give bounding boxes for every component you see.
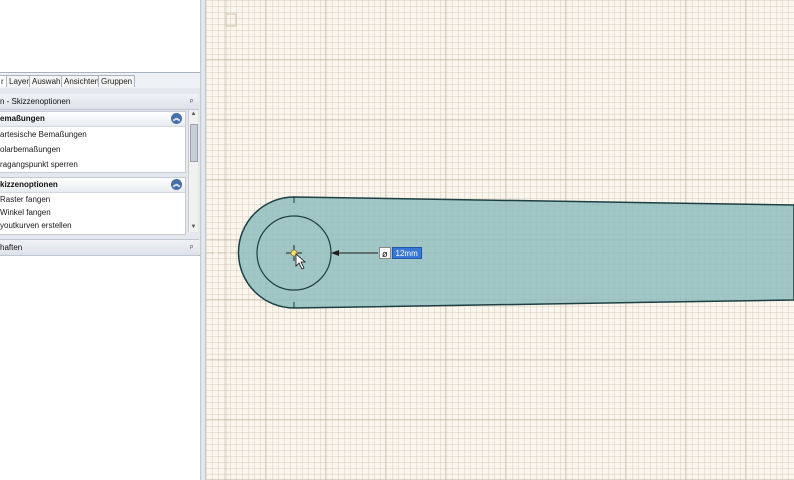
sketch-options-title: n - Skizzenoptionen (0, 97, 71, 106)
dimensions-group: emaßungen ︽ artesische Bemaßungen olarbe… (0, 111, 186, 173)
pin-icon[interactable]: ᵖ (190, 94, 193, 109)
properties-title: haften (0, 243, 23, 252)
sketch-part-shape[interactable] (237, 196, 794, 309)
tab-gruppen[interactable]: Gruppen (98, 75, 136, 87)
sketch-group: kizzenoptionen ︽ Raster fangen Winkel fa… (0, 177, 186, 235)
list-item[interactable]: Raster fangen (0, 193, 185, 206)
panel-tab-strip: r Layer Auswahl Ansichten Gruppen (0, 73, 200, 88)
properties-header: haften ᵖ (0, 239, 199, 256)
diameter-dimension-input[interactable]: ø 12mm (379, 246, 422, 260)
collapse-icon[interactable]: ︽ (171, 113, 182, 124)
sketch-drawing (206, 0, 794, 480)
panel-scrollbar[interactable]: ▲ ▼ (188, 110, 198, 232)
list-item[interactable]: olarbemaßungen (0, 142, 185, 157)
list-item[interactable]: ragangspunkt sperren (0, 157, 185, 172)
dimension-value-field[interactable]: 12mm (391, 247, 422, 259)
origin-marker (225, 13, 237, 27)
pin-icon[interactable]: ᵖ (190, 240, 193, 255)
diameter-icon: ø (379, 247, 391, 259)
scroll-thumb[interactable] (190, 124, 198, 162)
scroll-down-icon[interactable]: ▼ (189, 223, 198, 232)
sketch-options-header: n - Skizzenoptionen ᵖ (0, 94, 199, 110)
collapse-icon[interactable]: ︽ (171, 179, 182, 190)
dimensions-group-title[interactable]: emaßungen ︽ (0, 112, 185, 127)
dimensions-group-label: emaßungen (0, 114, 45, 123)
sketch-group-title[interactable]: kizzenoptionen ︽ (0, 178, 185, 193)
list-item[interactable]: artesische Bemaßungen (0, 127, 185, 142)
sketch-canvas[interactable]: ø 12mm (206, 0, 794, 480)
list-item[interactable]: Winkel fangen (0, 206, 185, 219)
sketch-options-dock: r Layer Auswahl Ansichten Gruppen n - Sk… (0, 72, 200, 256)
tab-ansichten[interactable]: Ansichten (61, 75, 103, 87)
sketch-group-label: kizzenoptionen (0, 180, 58, 189)
tab-auswahl[interactable]: Auswahl (29, 75, 66, 87)
list-item[interactable]: youtkurven erstellen (0, 219, 185, 232)
scroll-up-icon[interactable]: ▲ (189, 110, 198, 119)
